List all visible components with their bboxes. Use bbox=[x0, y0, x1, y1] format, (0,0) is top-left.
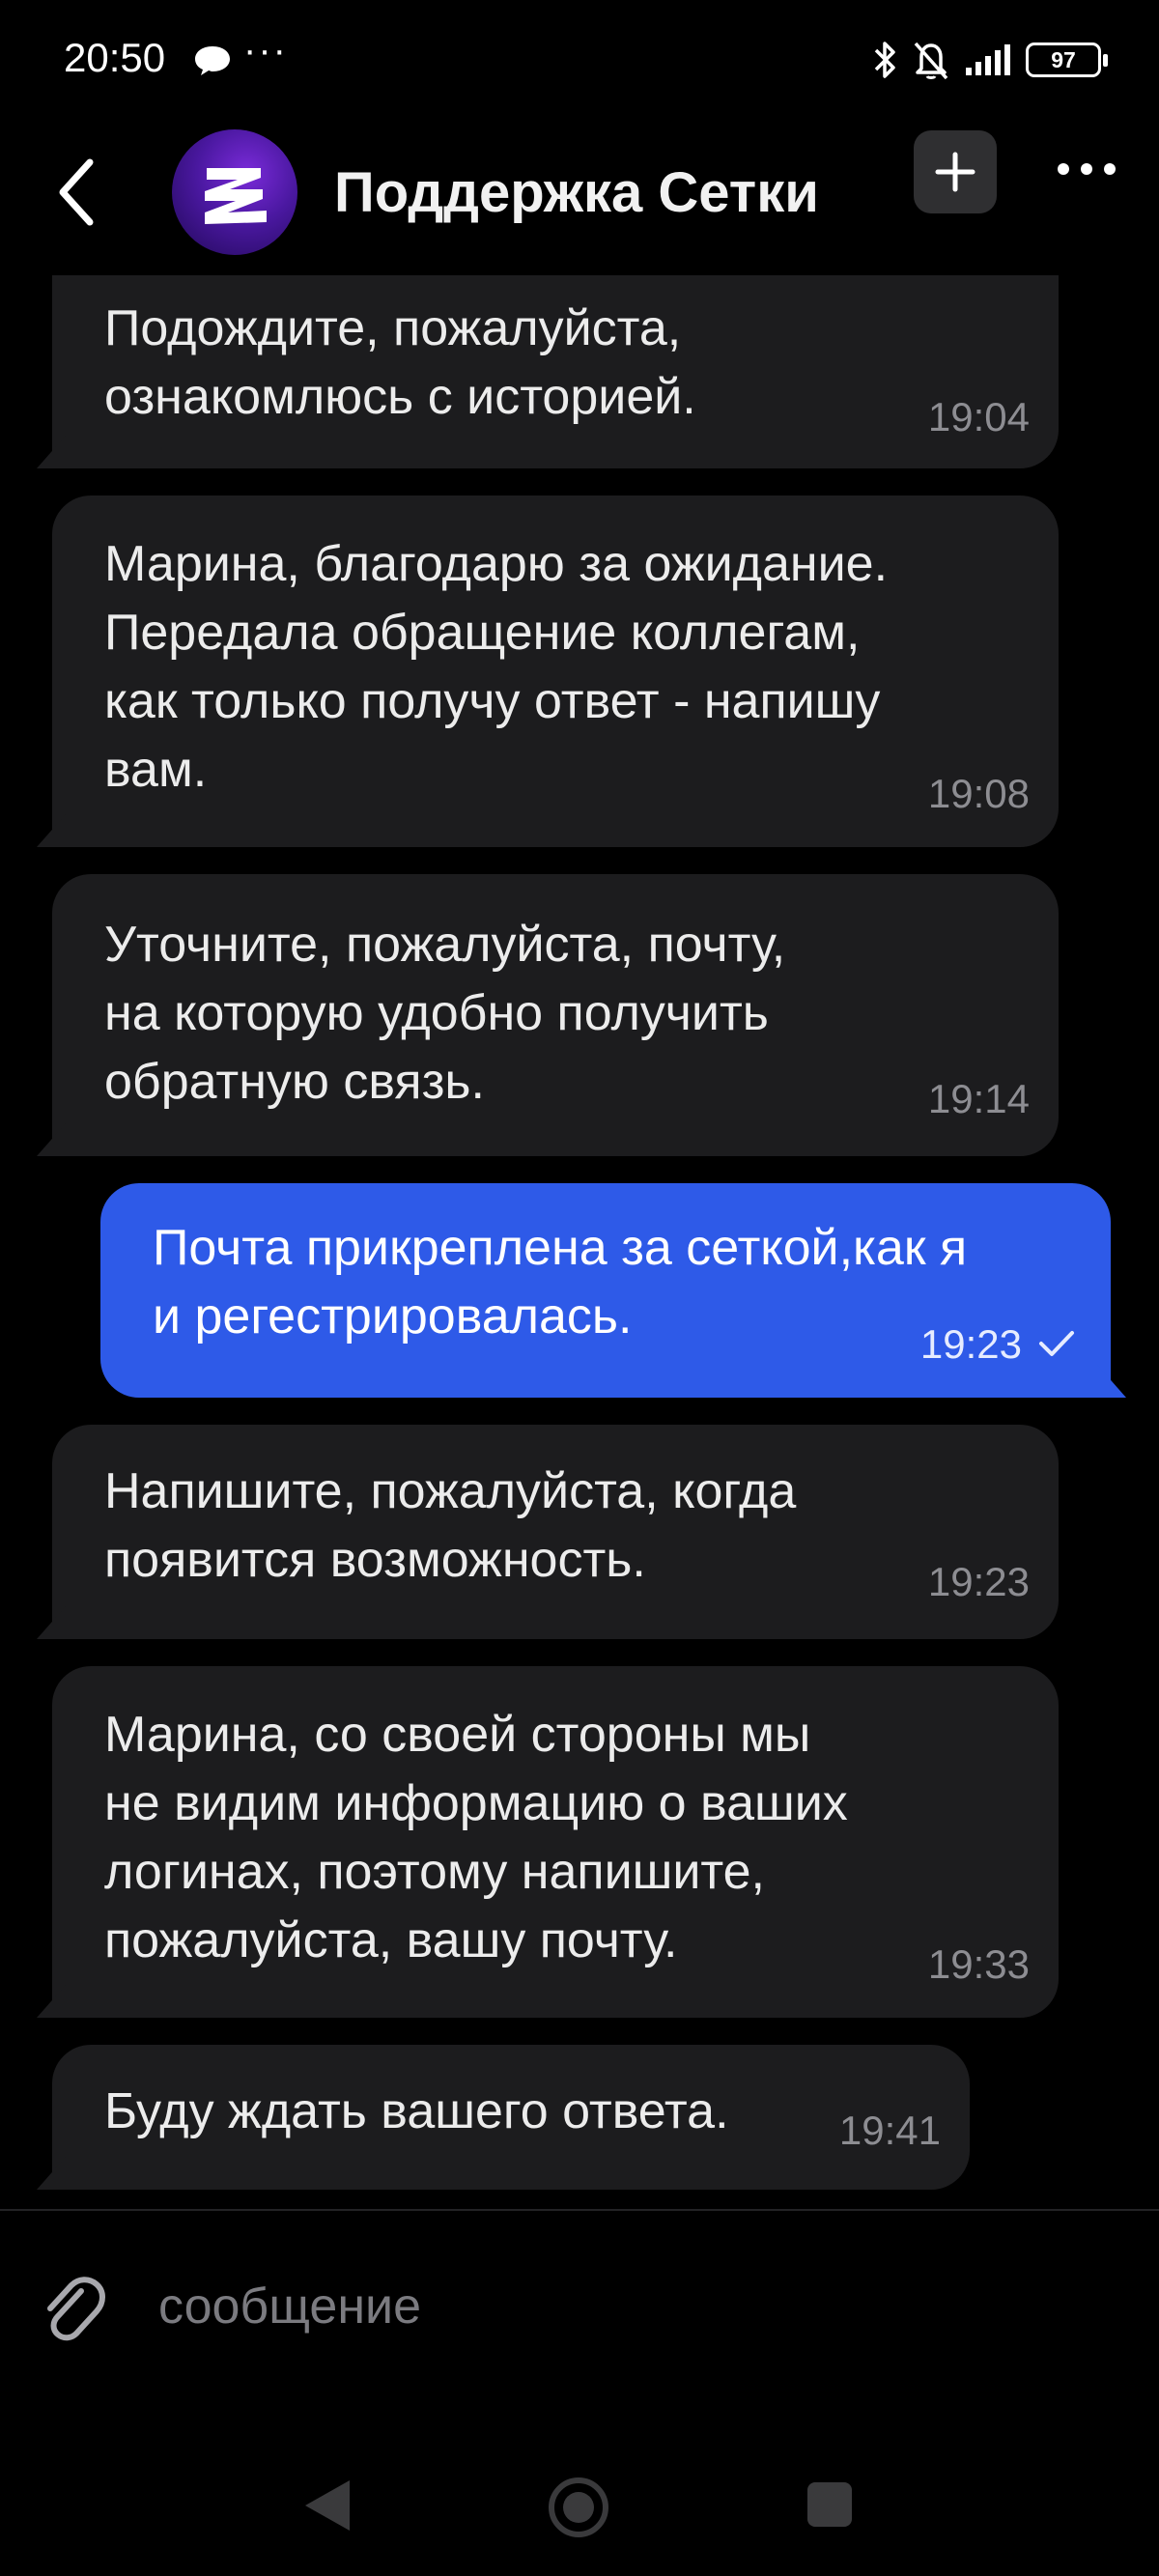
signal-icon bbox=[966, 44, 1010, 75]
message-text: Марина, благодарю за ожидание. Передала … bbox=[104, 536, 889, 798]
message-bubble-incoming[interactable]: Марина, со своей стороны мы не видим инф… bbox=[52, 1666, 1059, 2018]
battery-level: 97 bbox=[1051, 46, 1076, 72]
back-button[interactable] bbox=[42, 155, 110, 230]
nav-home-icon[interactable] bbox=[546, 2475, 611, 2540]
chat-header: Поддержка Сетки bbox=[0, 116, 1159, 275]
chat-title[interactable]: Поддержка Сетки bbox=[334, 160, 819, 225]
status-icons: 97 bbox=[873, 39, 1108, 81]
nav-recent-apps-icon[interactable] bbox=[807, 2482, 852, 2527]
message-text: Напишите, пожалуйста, когда появится воз… bbox=[104, 1463, 797, 1588]
composer-divider bbox=[0, 2209, 1159, 2211]
message-time: 19:23 bbox=[919, 1321, 1022, 1367]
message-time: 19:41 bbox=[838, 2108, 941, 2153]
nav-back-icon[interactable] bbox=[301, 2478, 353, 2533]
more-options-button[interactable] bbox=[1053, 145, 1120, 193]
message-list[interactable]: Подождите, пожалуйста, ознакомлюсь с ист… bbox=[0, 275, 1159, 2197]
message-time: 19:33 bbox=[927, 1941, 1030, 1987]
add-button[interactable] bbox=[914, 130, 997, 213]
message-time: 19:23 bbox=[927, 1559, 1030, 1604]
message-bubble-incoming[interactable]: Буду ждать вашего ответа. 19:41 bbox=[52, 2045, 970, 2190]
message-bubble-incoming[interactable]: Напишите, пожалуйста, когда появится воз… bbox=[52, 1425, 1059, 1639]
message-text: Подождите, пожалуйста, ознакомлюсь с ист… bbox=[104, 300, 696, 425]
chevron-left-icon bbox=[59, 158, 94, 226]
plus-icon bbox=[935, 152, 975, 192]
message-composer bbox=[0, 2212, 1159, 2424]
avatar[interactable] bbox=[172, 129, 297, 255]
message-time: 19:14 bbox=[927, 1076, 1030, 1121]
message-text: Уточните, пожалуйста, почту, на которую … bbox=[104, 917, 786, 1110]
chat-notification-icon bbox=[195, 46, 230, 75]
message-input[interactable] bbox=[158, 2270, 1086, 2343]
message-bubble-incoming[interactable]: Уточните, пожалуйста, почту, на которую … bbox=[52, 874, 1059, 1156]
more-notifications-icon: ··· bbox=[243, 29, 288, 71]
system-nav-bar bbox=[0, 2444, 1159, 2576]
message-time: 19:08 bbox=[927, 771, 1030, 816]
paperclip-icon[interactable] bbox=[39, 2270, 106, 2347]
status-time: 20:50 bbox=[64, 35, 166, 80]
bell-muted-icon bbox=[914, 42, 948, 80]
message-text: Марина, со своей стороны мы не видим инф… bbox=[104, 1707, 848, 1968]
message-bubble-outgoing[interactable]: Почта прикреплена за сеткой,как я и реге… bbox=[100, 1183, 1111, 1398]
message-bubble-incoming[interactable]: Марина, благодарю за ожидание. Передала … bbox=[52, 495, 1059, 847]
battery-icon: 97 bbox=[1026, 42, 1108, 77]
more-horizontal-icon bbox=[1058, 163, 1116, 175]
setka-logo-icon bbox=[205, 168, 267, 224]
bluetooth-icon bbox=[874, 42, 895, 78]
read-check-icon bbox=[1039, 1331, 1074, 1356]
message-bubble-incoming[interactable]: Подождите, пожалуйста, ознакомлюсь с ист… bbox=[52, 275, 1059, 468]
message-text: Буду ждать вашего ответа. bbox=[104, 2083, 729, 2139]
status-bar: 20:50 ··· 97 bbox=[0, 0, 1159, 116]
message-time: 19:04 bbox=[927, 394, 1030, 439]
